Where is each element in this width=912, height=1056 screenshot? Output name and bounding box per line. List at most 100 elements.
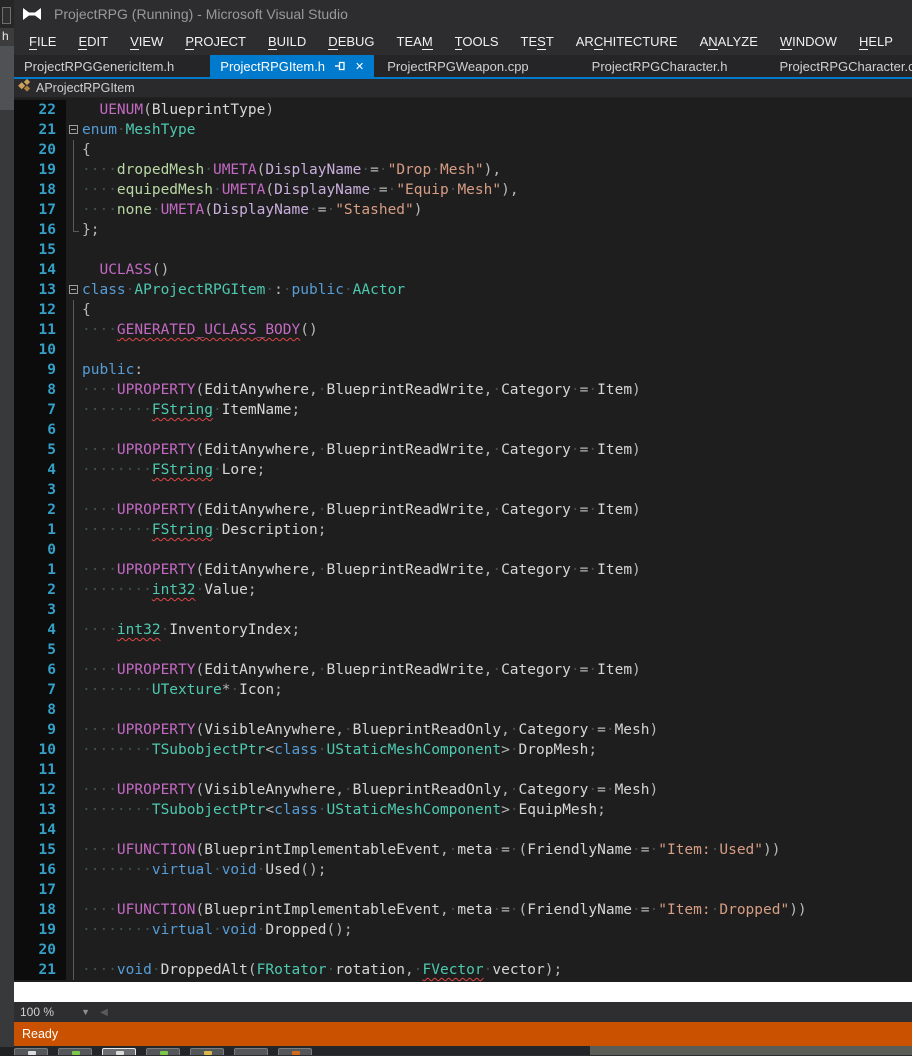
code-text[interactable]: ····UPROPERTY(EditAnywhere,·BlueprintRea… (82, 560, 912, 580)
code-line[interactable]: 5····UPROPERTY(EditAnywhere,·BlueprintRe… (14, 440, 912, 460)
code-text[interactable] (82, 700, 912, 720)
code-line[interactable]: 1········FString·Description; (14, 520, 912, 540)
code-text[interactable]: enum·MeshType (82, 120, 912, 140)
code-line[interactable]: 8 (14, 700, 912, 720)
code-text[interactable]: { (82, 140, 912, 160)
menu-item-test[interactable]: TEST (510, 30, 565, 53)
code-text[interactable] (82, 240, 912, 260)
code-line[interactable]: 6 (14, 420, 912, 440)
code-text[interactable]: ····UPROPERTY(EditAnywhere,·BlueprintRea… (82, 380, 912, 400)
menu-item-debug[interactable]: DEBUG (317, 30, 385, 53)
code-line[interactable]: 14 UCLASS() (14, 260, 912, 280)
code-text[interactable]: ····int32·InventoryIndex; (82, 620, 912, 640)
code-text[interactable]: ········int32·Value; (82, 580, 912, 600)
code-line[interactable]: 13········TSubobjectPtr<class·UStaticMes… (14, 800, 912, 820)
zoom-level-combo[interactable]: 100 % ▼ (14, 1002, 96, 1022)
code-text[interactable] (82, 480, 912, 500)
menu-item-view[interactable]: VIEW (119, 30, 174, 53)
code-editor[interactable]: 22 UENUM(BlueprintType)21enum·MeshType20… (14, 98, 912, 982)
close-icon[interactable]: ✕ (355, 60, 364, 73)
taskbar-button[interactable] (190, 1048, 224, 1055)
code-text[interactable]: ········FString·ItemName; (82, 400, 912, 420)
menu-item-file[interactable]: FILE (18, 30, 67, 53)
pin-icon[interactable] (335, 61, 346, 71)
code-text[interactable] (82, 340, 912, 360)
menu-item-architecture[interactable]: ARCHITECTURE (565, 30, 689, 53)
menu-item-help[interactable]: HELP (848, 30, 904, 53)
code-line[interactable]: 6····UPROPERTY(EditAnywhere,·BlueprintRe… (14, 660, 912, 680)
code-line[interactable]: 2····UPROPERTY(EditAnywhere,·BlueprintRe… (14, 500, 912, 520)
taskbar-button[interactable] (146, 1048, 180, 1055)
tab-projectrpgweapon-cpp[interactable]: ProjectRPGWeapon.cpp (377, 55, 538, 77)
code-line[interactable]: 1····UPROPERTY(EditAnywhere,·BlueprintRe… (14, 560, 912, 580)
horizontal-scrollbar-strip[interactable]: 100 % ▼ ◀ (14, 1002, 912, 1022)
code-line[interactable]: 2········int32·Value; (14, 580, 912, 600)
code-text[interactable] (82, 820, 912, 840)
code-text[interactable]: ····none·UMETA(DisplayName·=·"Stashed") (82, 200, 912, 220)
code-line[interactable]: 16}; (14, 220, 912, 240)
code-text[interactable]: UCLASS() (82, 260, 912, 280)
code-line[interactable]: 5 (14, 640, 912, 660)
menu-item-window[interactable]: WINDOW (769, 30, 848, 53)
code-line[interactable]: 15····UFUNCTION(BlueprintImplementableEv… (14, 840, 912, 860)
code-text[interactable]: ········FString·Lore; (82, 460, 912, 480)
code-line[interactable]: 10 (14, 340, 912, 360)
scroll-left-arrow-icon[interactable]: ◀ (96, 1007, 112, 1018)
taskbar-button[interactable] (58, 1048, 92, 1055)
code-line[interactable]: 16········virtual·void·Used(); (14, 860, 912, 880)
code-line[interactable]: 15 (14, 240, 912, 260)
taskbar-button[interactable] (14, 1048, 48, 1055)
code-line[interactable]: 9public: (14, 360, 912, 380)
code-text[interactable]: ····GENERATED_UCLASS_BODY() (82, 320, 912, 340)
code-text[interactable] (82, 940, 912, 960)
menu-item-team[interactable]: TEAM (386, 30, 444, 53)
code-line[interactable]: 21····void·DroppedAlt(FRotator·rotation,… (14, 960, 912, 980)
taskbar-button[interactable] (234, 1048, 268, 1055)
code-text[interactable]: ····UFUNCTION(BlueprintImplementableEven… (82, 900, 912, 920)
code-text[interactable]: ····UPROPERTY(EditAnywhere,·BlueprintRea… (82, 660, 912, 680)
menu-item-build[interactable]: BUILD (257, 30, 317, 53)
code-line[interactable]: 10········TSubobjectPtr<class·UStaticMes… (14, 740, 912, 760)
code-line[interactable]: 7········FString·ItemName; (14, 400, 912, 420)
code-line[interactable]: 3 (14, 480, 912, 500)
code-line[interactable]: 20{ (14, 140, 912, 160)
breadcrumb-scope-label[interactable]: AProjectRPGItem (36, 81, 135, 95)
code-line[interactable]: 13class·AProjectRPGItem·:·public·AActor (14, 280, 912, 300)
zoom-level-value[interactable]: 100 % (20, 1005, 54, 1019)
code-line[interactable]: 17 (14, 880, 912, 900)
code-line[interactable]: 7········UTexture*·Icon; (14, 680, 912, 700)
code-text[interactable]: ····equipedMesh·UMETA(DisplayName·=·"Equ… (82, 180, 912, 200)
code-text[interactable]: class·AProjectRPGItem·:·public·AActor (82, 280, 912, 300)
code-line[interactable]: 0 (14, 540, 912, 560)
code-text[interactable] (82, 540, 912, 560)
code-line[interactable]: 18····equipedMesh·UMETA(DisplayName·=·"E… (14, 180, 912, 200)
taskbar-button[interactable] (102, 1048, 136, 1055)
code-text[interactable] (82, 880, 912, 900)
menu-item-edit[interactable]: EDIT (67, 30, 119, 53)
navigation-bar[interactable]: AProjectRPGItem (14, 79, 912, 98)
taskbar-button[interactable] (278, 1048, 312, 1055)
tab-projectrpggenericitem-h[interactable]: ProjectRPGGenericItem.h (14, 55, 184, 77)
code-text[interactable]: ········TSubobjectPtr<class·UStaticMeshC… (82, 740, 912, 760)
code-text[interactable]: ····void·DroppedAlt(FRotator·rotation,·F… (82, 960, 912, 980)
code-line[interactable]: 22 UENUM(BlueprintType) (14, 100, 912, 120)
code-text[interactable]: ····UPROPERTY(VisibleAnywhere,·Blueprint… (82, 780, 912, 800)
code-text[interactable]: { (82, 300, 912, 320)
code-line[interactable]: 11····GENERATED_UCLASS_BODY() (14, 320, 912, 340)
menu-item-tools[interactable]: TOOLS (444, 30, 510, 53)
code-text[interactable]: ····UPROPERTY(EditAnywhere,·BlueprintRea… (82, 440, 912, 460)
code-text[interactable]: ········FString·Description; (82, 520, 912, 540)
chevron-down-icon[interactable]: ▼ (81, 1007, 90, 1017)
code-line[interactable]: 9····UPROPERTY(VisibleAnywhere,·Blueprin… (14, 720, 912, 740)
code-line[interactable]: 8····UPROPERTY(EditAnywhere,·BlueprintRe… (14, 380, 912, 400)
code-text[interactable]: ····UPROPERTY(EditAnywhere,·BlueprintRea… (82, 500, 912, 520)
code-line[interactable]: 21enum·MeshType (14, 120, 912, 140)
code-line[interactable]: 11 (14, 760, 912, 780)
code-line[interactable]: 19····dropedMesh·UMETA(DisplayName·=·"Dr… (14, 160, 912, 180)
code-text[interactable]: ········virtual·void·Dropped(); (82, 920, 912, 940)
code-text[interactable]: ········UTexture*·Icon; (82, 680, 912, 700)
code-line[interactable]: 17····none·UMETA(DisplayName·=·"Stashed"… (14, 200, 912, 220)
menu-item-analyze[interactable]: ANALYZE (689, 30, 769, 53)
code-line[interactable]: 18····UFUNCTION(BlueprintImplementableEv… (14, 900, 912, 920)
code-text[interactable]: ········TSubobjectPtr<class·UStaticMeshC… (82, 800, 912, 820)
